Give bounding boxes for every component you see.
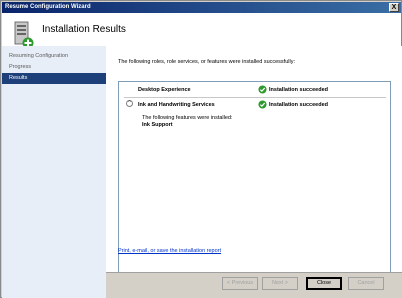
previous-button[interactable]: < Previous [222,277,258,290]
success-check-icon [258,100,267,109]
result-row: ^ Ink and Handwriting Services Installat… [119,99,390,111]
features-installed-text: The following features were installed: [142,115,233,121]
feature-item: Ink Support [142,122,173,128]
window-title: Resume Configuration Wizard [5,4,91,10]
close-window-button[interactable]: X [389,3,399,12]
close-icon: X [391,4,397,11]
result-status: Installation succeeded [269,87,328,93]
installation-report-link[interactable]: Print, e-mail, or save the installation … [118,248,221,254]
results-content: The following roles, role services, or f… [106,46,402,280]
wizard-footer: < Previous Next > Close Cancel [106,272,402,298]
row-divider [124,97,386,98]
result-status: Installation succeeded [269,102,328,108]
collapse-icon[interactable]: ^ [126,100,133,107]
nav-item-results[interactable]: Results [2,73,106,84]
result-row: Desktop Experience Installation succeede… [119,84,390,98]
result-name: Desktop Experience [138,87,191,93]
next-button[interactable]: Next > [262,277,298,290]
wizard-window: Resume Configuration Wizard X Installati… [0,0,402,298]
nav-item-resuming-configuration[interactable]: Resuming Configuration [2,51,106,62]
close-button[interactable]: Close [306,277,342,290]
intro-text: The following roles, role services, or f… [118,59,295,65]
cancel-button[interactable]: Cancel [348,277,384,290]
success-check-icon [258,85,267,94]
nav-item-progress[interactable]: Progress [2,62,106,73]
page-title: Installation Results [42,24,126,35]
wizard-nav: Resuming Configuration Progress Results [2,46,106,298]
result-name: Ink and Handwriting Services [138,102,215,108]
title-bar: Resume Configuration Wizard X [2,2,401,13]
